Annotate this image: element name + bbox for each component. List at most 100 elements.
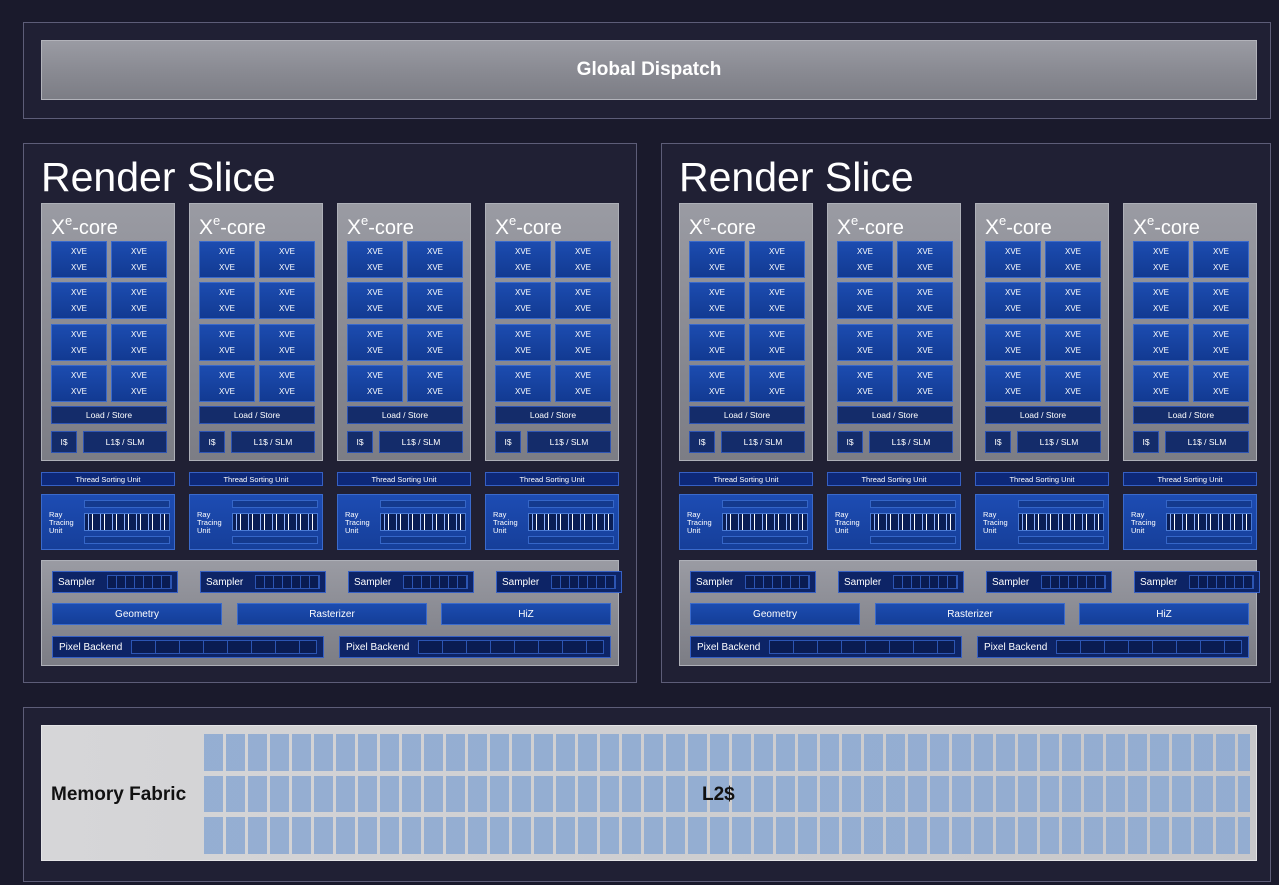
xve-block: XVE XVE <box>1133 282 1189 319</box>
l1-cache-slm: L1$ / SLM <box>527 431 611 453</box>
xve-block: XVE XVE <box>1045 365 1101 402</box>
xve-label: XVE <box>1004 330 1021 340</box>
sampler-label: Sampler <box>58 577 96 588</box>
hiz-block: HiZ <box>441 603 611 625</box>
xve-label: XVE <box>1212 386 1229 396</box>
xve-label: XVE <box>574 371 591 381</box>
xve-block: XVE XVE <box>555 282 611 319</box>
ray-tracing-slot <box>380 500 466 508</box>
rasterizer-block: Rasterizer <box>237 603 427 625</box>
ray-tracing-core <box>84 513 170 531</box>
instruction-cache: I$ <box>199 431 225 453</box>
load-store-unit: Load / Store <box>985 406 1101 424</box>
xve-label: XVE <box>426 303 443 313</box>
xve-label: XVE <box>1004 345 1021 355</box>
sampler-block: Sampler <box>838 571 964 593</box>
sampler-label: Sampler <box>1140 577 1178 588</box>
memory-fabric-block: Memory Fabric L2$ <box>41 725 1257 861</box>
xve-label: XVE <box>708 345 725 355</box>
xve-label: XVE <box>768 288 785 298</box>
xve-label: XVE <box>130 345 147 355</box>
xve-block: XVE XVE <box>689 282 745 319</box>
ray-tracing-unit-label: Ray Tracing Unit <box>1131 510 1156 535</box>
load-store-unit: Load / Store <box>1133 406 1249 424</box>
xve-block: XVE XVE <box>689 241 745 278</box>
instruction-cache: I$ <box>985 431 1011 453</box>
ray-tracing-slot <box>1018 500 1104 508</box>
xve-label: XVE <box>708 303 725 313</box>
render-slice-title: Render Slice <box>679 154 914 200</box>
ray-tracing-slot <box>528 500 614 508</box>
xve-block: XVE XVE <box>199 282 255 319</box>
xve-block: XVE XVE <box>407 241 463 278</box>
xve-label: XVE <box>366 330 383 340</box>
l1-cache-slm: L1$ / SLM <box>1017 431 1101 453</box>
xve-label: XVE <box>574 386 591 396</box>
xve-block: XVE XVE <box>495 282 551 319</box>
xve-label: XVE <box>130 262 147 272</box>
fixed-function-block: Sampler Sampler Sampler Sampler Geometry Rast… <box>41 560 622 666</box>
xve-label: XVE <box>130 371 147 381</box>
ray-tracing-slot <box>232 500 318 508</box>
xve-block: XVE XVE <box>749 282 805 319</box>
xve-label: XVE <box>514 288 531 298</box>
sampler-cells <box>107 575 172 589</box>
xve-label: XVE <box>130 303 147 313</box>
thread-sorting-unit: Thread Sorting Unit <box>827 472 961 486</box>
xve-block: XVE XVE <box>51 324 107 361</box>
ray-tracing-unit-label: Ray Tracing Unit <box>49 510 74 535</box>
xve-label: XVE <box>1152 345 1169 355</box>
xve-block: XVE XVE <box>1193 365 1249 402</box>
xve-label: XVE <box>916 330 933 340</box>
xve-label: XVE <box>1152 262 1169 272</box>
xe-core-title-prefix: X <box>347 216 362 239</box>
pixel-backend-cells <box>769 640 955 654</box>
pixel-backend-cells <box>1056 640 1242 654</box>
xve-block: XVE XVE <box>1193 324 1249 361</box>
xve-label: XVE <box>514 345 531 355</box>
xve-block: XVE XVE <box>51 282 107 319</box>
xve-label: XVE <box>916 345 933 355</box>
ray-tracing-slot <box>380 536 466 544</box>
instruction-cache: I$ <box>689 431 715 453</box>
sampler-block: Sampler <box>348 571 474 593</box>
xve-label: XVE <box>514 247 531 257</box>
l1-cache-slm: L1$ / SLM <box>231 431 315 453</box>
pixel-backend-label: Pixel Backend <box>697 642 761 653</box>
xve-label: XVE <box>768 303 785 313</box>
xve-label: XVE <box>916 386 933 396</box>
xve-label: XVE <box>1152 330 1169 340</box>
pixel-backend-label: Pixel Backend <box>346 642 410 653</box>
l1-cache-slm: L1$ / SLM <box>869 431 953 453</box>
ray-tracing-unit: Ray Tracing Unit <box>679 494 813 550</box>
xve-block: XVE XVE <box>111 365 167 402</box>
xe-core-title-prefix: X <box>1133 216 1148 239</box>
xve-label: XVE <box>426 330 443 340</box>
xve-label: XVE <box>70 288 87 298</box>
xve-label: XVE <box>574 330 591 340</box>
ray-tracing-core <box>528 513 614 531</box>
xve-label: XVE <box>130 386 147 396</box>
pixel-backend-block: Pixel Backend <box>977 636 1249 658</box>
xe-core-title-suffix: -core <box>72 217 118 239</box>
xve-label: XVE <box>856 247 873 257</box>
ray-tracing-unit-label: Ray Tracing Unit <box>835 510 860 535</box>
xve-label: XVE <box>1064 386 1081 396</box>
xve-block: XVE XVE <box>749 365 805 402</box>
xve-label: XVE <box>218 371 235 381</box>
xve-label: XVE <box>768 345 785 355</box>
xe-core: Xe-core XVE XVE XVE XVE XVE XVE XVE XVE XVE XVE XVE… <box>1123 203 1257 461</box>
xve-label: XVE <box>130 330 147 340</box>
instruction-cache: I$ <box>51 431 77 453</box>
xve-label: XVE <box>70 386 87 396</box>
xve-label: XVE <box>856 371 873 381</box>
xve-block: XVE XVE <box>985 241 1041 278</box>
pixel-backend-label: Pixel Backend <box>59 642 123 653</box>
thread-sorting-unit: Thread Sorting Unit <box>41 472 175 486</box>
xve-label: XVE <box>708 371 725 381</box>
sampler-block: Sampler <box>200 571 326 593</box>
xe-core-title-prefix: X <box>495 216 510 239</box>
xve-block: XVE XVE <box>985 365 1041 402</box>
xve-block: XVE XVE <box>555 365 611 402</box>
l2-cache-row <box>204 734 1250 771</box>
